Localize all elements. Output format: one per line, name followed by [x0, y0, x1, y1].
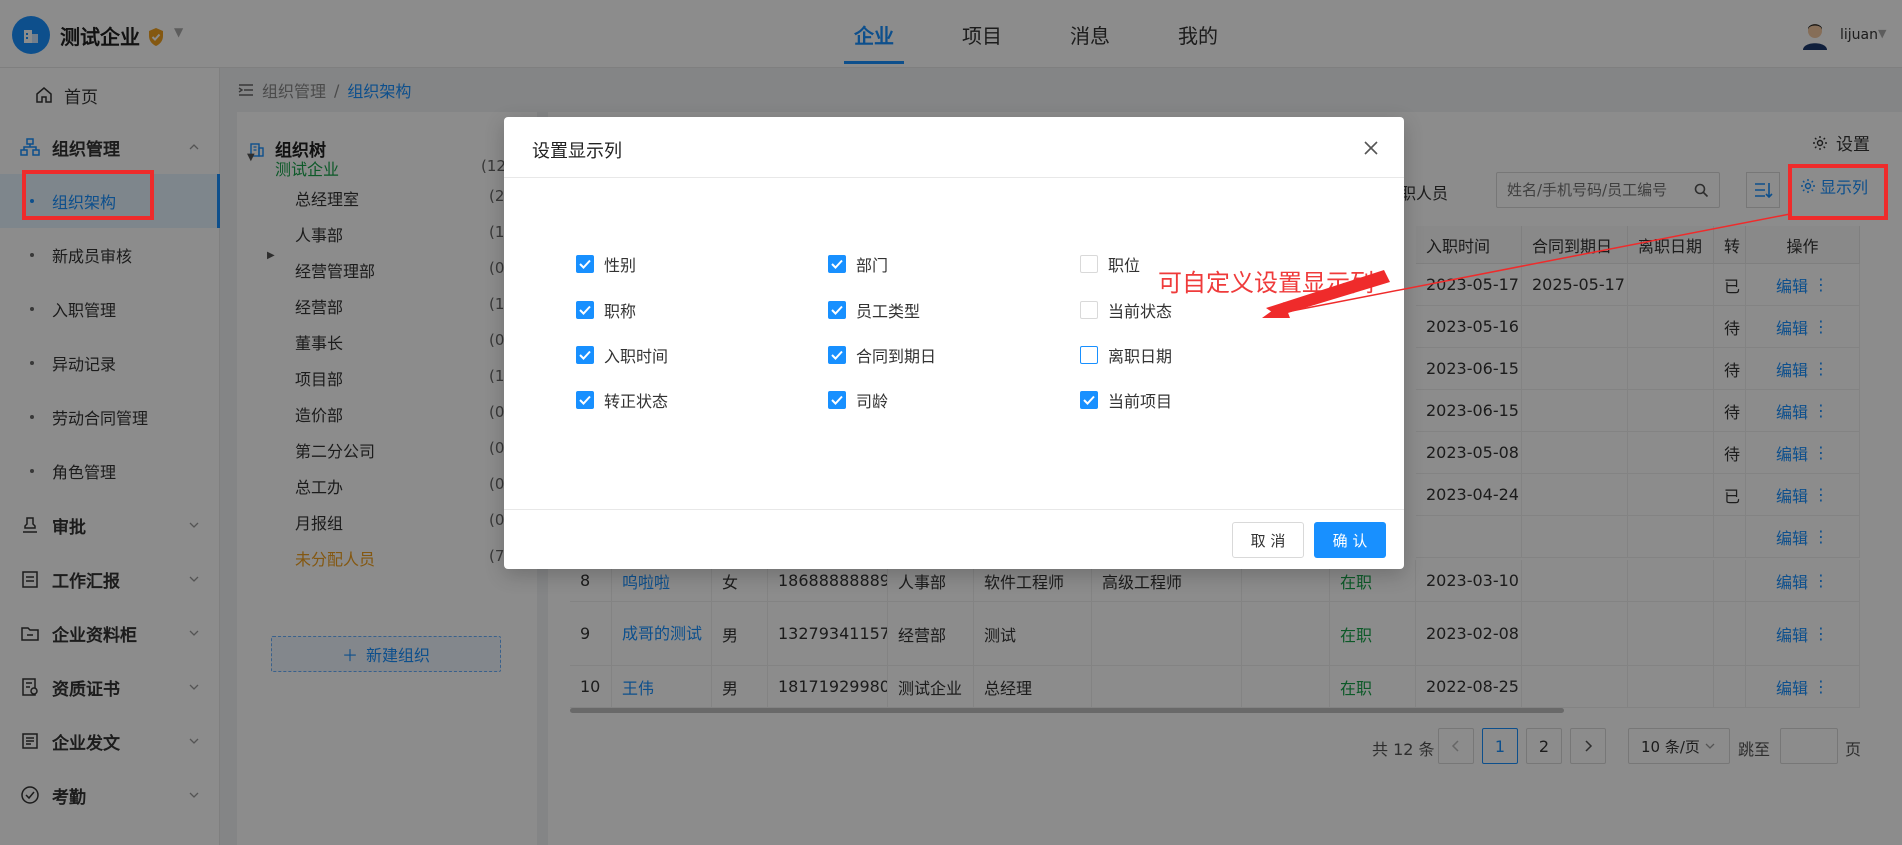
checkbox-current-status[interactable]: 当前状态	[1080, 298, 1172, 322]
checkbox-checked[interactable]	[576, 391, 594, 409]
confirm-button[interactable]: 确 认	[1314, 522, 1386, 558]
checkbox-label: 部门	[856, 256, 889, 275]
checkbox-checked[interactable]	[828, 346, 846, 364]
check-icon	[831, 350, 843, 360]
checkbox-join-date[interactable]: 入职时间	[576, 343, 668, 367]
checkbox-unchecked[interactable]	[1080, 301, 1098, 319]
checkbox-label: 入职时间	[604, 347, 669, 366]
checkbox-checked[interactable]	[1080, 391, 1098, 409]
check-icon	[579, 350, 591, 360]
checkbox-checked[interactable]	[828, 301, 846, 319]
modal-divider	[504, 177, 1404, 178]
checkbox-regular-status[interactable]: 转正状态	[576, 388, 668, 412]
checkbox-label: 员工类型	[856, 302, 921, 321]
checkbox-label: 离职日期	[1108, 347, 1173, 366]
checkbox-seniority[interactable]: 司龄	[828, 388, 888, 412]
column-settings-modal: 设置显示列 性别 部门 职位 职称 员工类型 当前状态 入职时间 合同到期日 离…	[504, 117, 1404, 569]
checkbox-label: 司龄	[856, 392, 889, 411]
checkbox-label: 职称	[604, 302, 637, 321]
checkbox-checked[interactable]	[828, 391, 846, 409]
checkbox-position[interactable]: 职位	[1080, 252, 1140, 276]
checkbox-label: 转正状态	[604, 392, 669, 411]
check-icon	[831, 305, 843, 315]
checkbox-unchecked[interactable]	[1080, 346, 1098, 364]
modal-divider	[504, 509, 1404, 510]
checkbox-checked[interactable]	[576, 301, 594, 319]
checkbox-job-title[interactable]: 职称	[576, 298, 636, 322]
checkbox-employee-type[interactable]: 员工类型	[828, 298, 920, 322]
checkbox-checked[interactable]	[576, 346, 594, 364]
check-icon	[579, 395, 591, 405]
checkbox-checked[interactable]	[576, 255, 594, 273]
annotation-highlight-box	[22, 170, 154, 220]
check-icon	[1083, 395, 1095, 405]
check-icon	[831, 259, 843, 269]
annotation-text: 可自定义设置显示列	[1158, 269, 1374, 297]
checkbox-label: 合同到期日	[856, 347, 937, 366]
checkbox-label: 职位	[1108, 256, 1141, 275]
checkbox-label: 性别	[604, 256, 637, 275]
checkbox-unchecked[interactable]	[1080, 255, 1098, 273]
checkbox-current-project[interactable]: 当前项目	[1080, 388, 1172, 412]
cancel-button[interactable]: 取 消	[1232, 522, 1304, 558]
annotation-highlight-box	[1788, 164, 1888, 220]
checkbox-leave-date[interactable]: 离职日期	[1080, 343, 1172, 367]
checkbox-contract-end[interactable]: 合同到期日	[828, 343, 936, 367]
check-icon	[831, 395, 843, 405]
close-icon[interactable]	[1360, 137, 1382, 159]
checkbox-checked[interactable]	[828, 255, 846, 273]
checkbox-label: 当前项目	[1108, 392, 1173, 411]
checkbox-gender[interactable]: 性别	[576, 252, 636, 276]
checkbox-department[interactable]: 部门	[828, 252, 888, 276]
modal-title: 设置显示列	[532, 141, 622, 162]
check-icon	[579, 259, 591, 269]
checkbox-label: 当前状态	[1108, 302, 1173, 321]
check-icon	[579, 305, 591, 315]
